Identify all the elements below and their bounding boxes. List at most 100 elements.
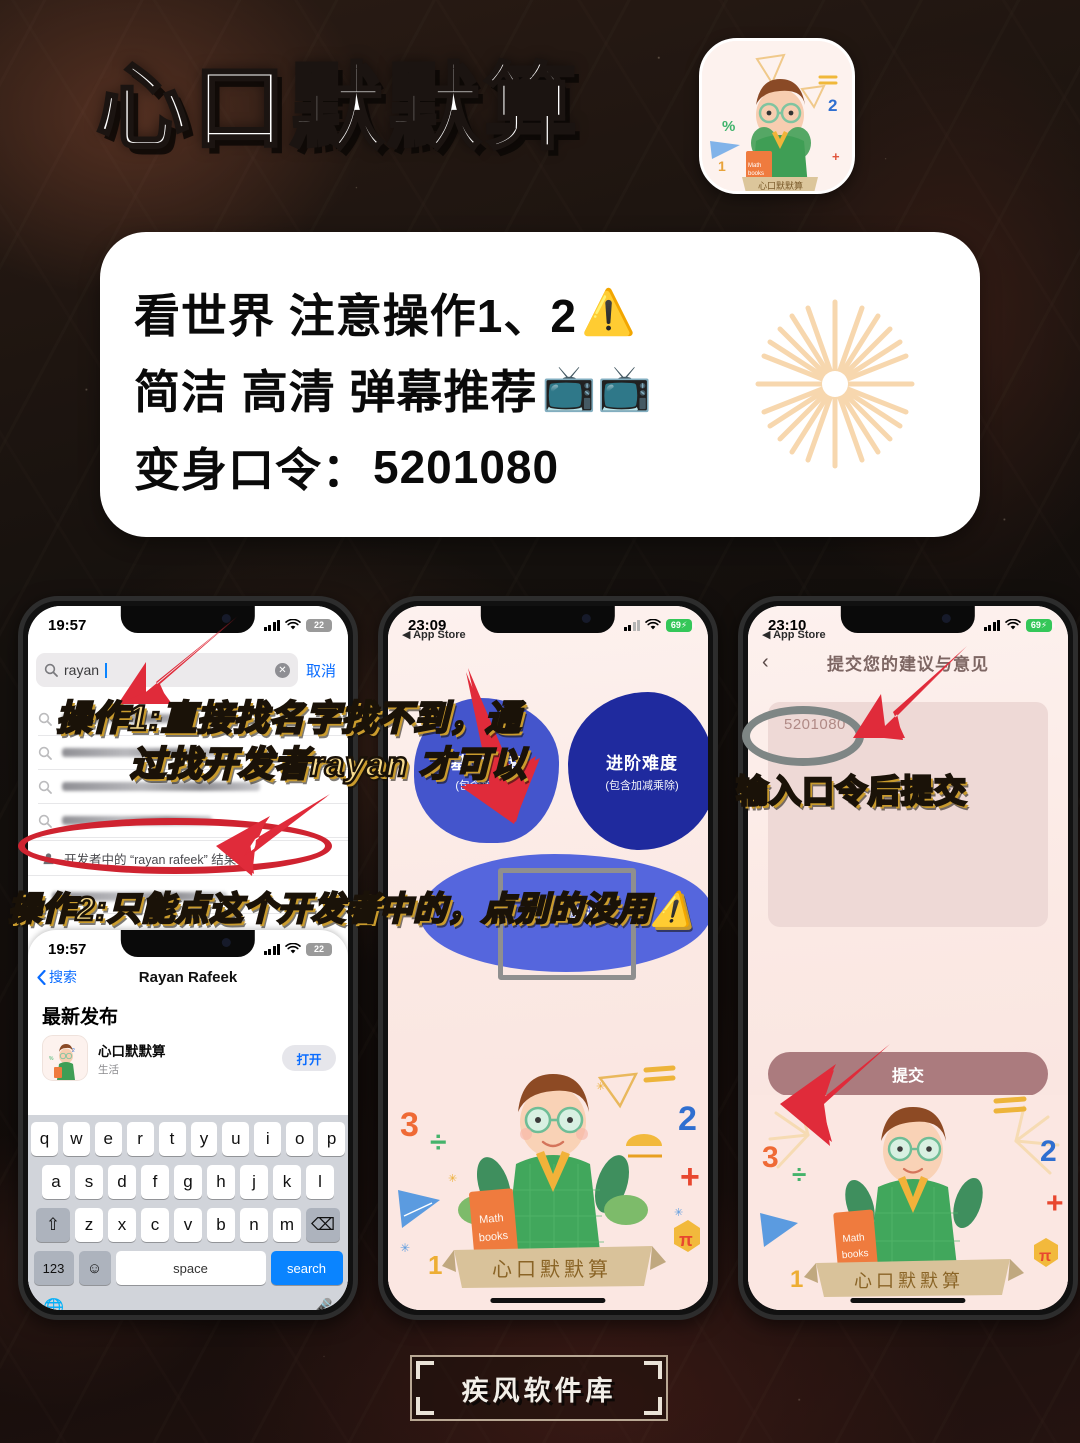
status-indicators: 22 [263, 618, 335, 632]
back-button[interactable]: ‹ [762, 651, 769, 674]
svg-text:心口默默算: 心口默默算 [492, 1258, 612, 1281]
key-i[interactable]: i [254, 1122, 282, 1156]
key-w[interactable]: w [62, 1122, 90, 1156]
svg-text:1: 1 [428, 1250, 442, 1280]
cancel-button[interactable]: 取消 [306, 660, 340, 681]
key-b[interactable]: b [207, 1208, 235, 1242]
space-key[interactable]: space [115, 1251, 266, 1285]
open-app-button[interactable]: 打开 [282, 1045, 336, 1071]
corner-bracket [644, 1397, 662, 1415]
back-button[interactable]: 搜索 [37, 967, 77, 987]
svg-text:2: 2 [1040, 1135, 1057, 1168]
svg-text:%: % [722, 118, 735, 135]
key-k[interactable]: k [273, 1165, 301, 1199]
app-icon-artwork: 2 % 1 + Math books 心口默默算 [702, 41, 852, 191]
svg-text:3: 3 [400, 1106, 419, 1144]
svg-text:+: + [680, 1158, 700, 1196]
developer-page-screen: 19:57 22 搜索 Rayan Rafeek 最新发布 2 % 心口默默算 … [28, 930, 348, 1310]
phone-notch [840, 606, 976, 633]
key-y[interactable]: y [190, 1122, 218, 1156]
key-g[interactable]: g [174, 1165, 202, 1199]
app-thumbnail: 2 % [42, 1035, 88, 1081]
battery-indicator: 69 ⚡ [1026, 618, 1055, 632]
clear-search-icon[interactable]: ✕ [274, 662, 290, 678]
phone-notch [120, 930, 256, 957]
keyboard-bottom-row: 🌐 🎤 [31, 1294, 345, 1310]
key-n[interactable]: n [240, 1208, 268, 1242]
chevron-left-icon [37, 969, 46, 985]
shift-key[interactable]: ⇧ [36, 1208, 70, 1242]
microphone-icon[interactable]: 🎤 [312, 1298, 333, 1310]
key-x[interactable]: x [108, 1208, 136, 1242]
key-v[interactable]: v [174, 1208, 202, 1242]
app-list-item[interactable]: 2 % 心口默默算 生活 打开 [42, 1034, 336, 1082]
corner-bracket [644, 1361, 662, 1379]
navigation-bar: 搜索 Rayan Rafeek [28, 960, 348, 994]
status-time: 19:57 [48, 616, 87, 634]
svg-text:Math: Math [748, 163, 761, 169]
annotation-step1-line1: 操作1:直接找名字找不到，通 [55, 698, 522, 740]
key-o[interactable]: o [286, 1122, 314, 1156]
key-u[interactable]: u [222, 1122, 250, 1156]
back-button-label: 搜索 [49, 969, 77, 985]
key-l[interactable]: l [306, 1165, 334, 1199]
numbers-key[interactable]: 123 [33, 1251, 74, 1285]
key-j[interactable]: j [240, 1165, 268, 1199]
key-p[interactable]: p [318, 1122, 346, 1156]
watermark-text: 疾风软件库 [461, 1375, 617, 1406]
globe-icon[interactable]: 🌐 [43, 1298, 64, 1310]
info-card: 看世界 注意操作1、2 ⚠️ 简洁 高清 弹幕推荐 📺📺 变身口令： 52010… [100, 232, 980, 537]
emoji-key[interactable]: ☺ [78, 1251, 111, 1285]
svg-text:π: π [679, 1230, 693, 1250]
svg-text:÷: ÷ [430, 1126, 446, 1159]
svg-text:✳: ✳ [448, 1173, 457, 1185]
status-time: 19:57 [48, 940, 87, 958]
svg-text:心口默默算: 心口默默算 [758, 180, 803, 191]
corner-bracket [416, 1397, 434, 1415]
key-h[interactable]: h [207, 1165, 235, 1199]
key-a[interactable]: a [42, 1165, 70, 1199]
status-indicators: 22 [263, 942, 335, 956]
key-f[interactable]: f [141, 1165, 169, 1199]
key-t[interactable]: t [158, 1122, 186, 1156]
svg-text:3: 3 [762, 1141, 779, 1174]
backspace-key[interactable]: ⌫ [306, 1208, 340, 1242]
svg-text:%: % [49, 1056, 54, 1062]
television-icon: 📺📺 [541, 364, 654, 413]
cellular-signal-icon [263, 619, 280, 631]
svg-text:+: + [832, 149, 840, 164]
wifi-icon [285, 943, 301, 954]
corner-bracket [416, 1361, 434, 1379]
page-title: 心口默默算 [95, 56, 581, 160]
app-thumbnail-artwork: 2 % [43, 1036, 87, 1080]
svg-text:+: + [1046, 1187, 1064, 1220]
key-c[interactable]: c [141, 1208, 169, 1242]
difficulty-advanced-button[interactable]: 进阶难度 (包含加减乘除) [568, 692, 708, 850]
key-m[interactable]: m [273, 1208, 301, 1242]
svg-text:books: books [841, 1248, 869, 1261]
svg-text:÷: ÷ [792, 1159, 806, 1189]
phone-notch [480, 606, 616, 633]
back-to-app-store-link[interactable]: ◀ App Store [402, 628, 466, 641]
pointer-arrow-to-textarea [853, 646, 967, 740]
key-e[interactable]: e [94, 1122, 122, 1156]
svg-text:✳: ✳ [674, 1207, 683, 1219]
app-name: 心口默默算 [98, 1043, 166, 1059]
section-title: 最新发布 [42, 1007, 119, 1028]
info-card-line-3: 变身口令： 5201080 [134, 434, 559, 500]
key-q[interactable]: q [30, 1122, 58, 1156]
key-r[interactable]: r [126, 1122, 154, 1156]
svg-text:1: 1 [790, 1266, 803, 1293]
back-to-app-store-link[interactable]: ◀ App Store [762, 628, 826, 641]
search-input-value: rayan [64, 662, 100, 678]
text-cursor [105, 662, 108, 678]
key-s[interactable]: s [75, 1165, 103, 1199]
svg-text:Math: Math [479, 1212, 504, 1226]
sunburst-decoration [755, 299, 915, 469]
search-key[interactable]: search [270, 1251, 343, 1285]
key-d[interactable]: d [108, 1165, 136, 1199]
app-icon: 2 % 1 + Math books 心口默默算 [699, 38, 855, 194]
key-z[interactable]: z [75, 1208, 103, 1242]
onscreen-keyboard: q w e r t y u i o p a s d f g h j k l ⇧ … [28, 1115, 348, 1310]
warning-icon: ⚠️ [580, 288, 637, 337]
